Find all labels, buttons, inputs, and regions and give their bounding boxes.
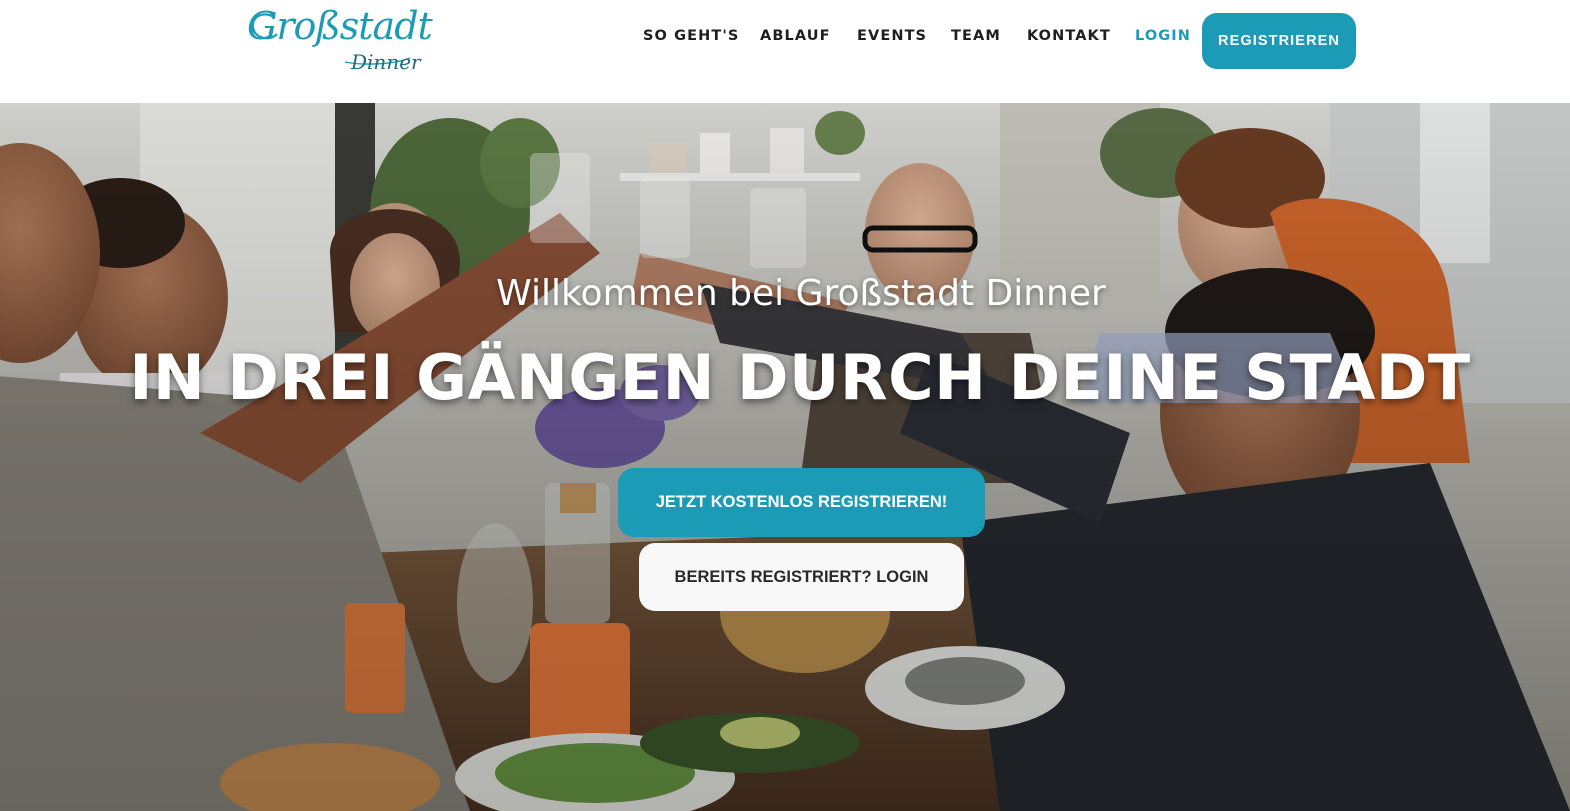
already-registered-login-button[interactable]: BEREITS REGISTRIERT? LOGIN	[639, 543, 964, 611]
logo-wordmark: Großstadt	[247, 4, 433, 48]
register-free-button[interactable]: JETZT KOSTENLOS REGISTRIEREN!	[618, 468, 985, 537]
hero-background-image	[0, 103, 1570, 811]
nav-item-kontakt[interactable]: KONTAKT	[1027, 28, 1111, 50]
logo-subtitle: Dinner	[351, 50, 421, 74]
hero-section: Willkommen bei Großstadt Dinner IN DREI …	[0, 103, 1570, 811]
nav-login-link[interactable]: LOGIN	[1135, 28, 1191, 50]
nav-item-so-gehts[interactable]: SO GEHT'S	[643, 28, 739, 50]
nav-register-button[interactable]: REGISTRIEREN	[1202, 13, 1356, 69]
site-header: Großstadt Dinner SO GEHT'S ABLAUF EVENTS…	[0, 0, 1570, 103]
hero-headline: IN DREI GÄNGEN DURCH DEINE STADT	[129, 341, 1471, 414]
nav-item-events[interactable]: EVENTS	[857, 28, 927, 50]
nav-item-ablauf[interactable]: ABLAUF	[760, 28, 831, 50]
brand-logo[interactable]: Großstadt Dinner	[245, 4, 433, 76]
nav-item-team[interactable]: TEAM	[951, 28, 1001, 50]
hero-intro-text: Willkommen bei Großstadt Dinner	[496, 273, 1106, 314]
